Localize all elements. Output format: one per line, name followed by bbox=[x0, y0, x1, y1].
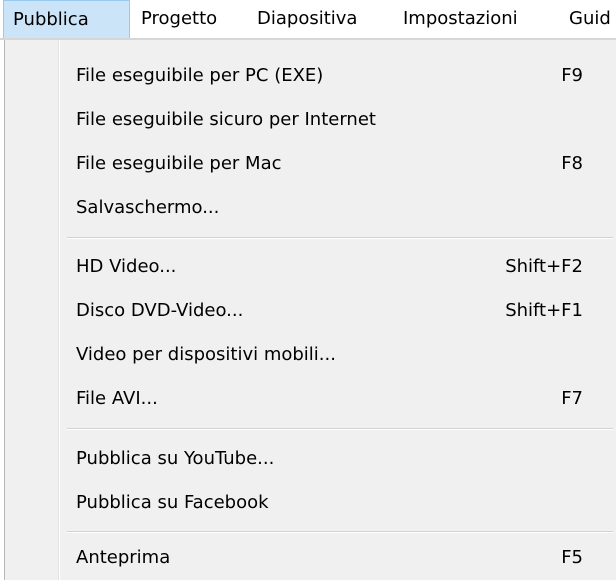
menu-item-dvd-video[interactable]: Disco DVD-Video... Shift+F1 bbox=[5, 289, 613, 333]
menu-item-shortcut: F9 bbox=[561, 65, 583, 86]
menubar-label: Guid bbox=[569, 8, 611, 29]
menubar-item-impostazioni[interactable]: Impostazioni bbox=[394, 0, 527, 38]
menu-item-shortcut: Shift+F1 bbox=[505, 300, 583, 321]
menu-item-shortcut: F8 bbox=[561, 153, 583, 174]
menu-item-shortcut: F5 bbox=[561, 547, 583, 568]
menu-bar: Pubblica Progetto Diapositiva Impostazio… bbox=[0, 0, 616, 40]
menu-item-shortcut: F7 bbox=[561, 388, 583, 409]
menu-item-hd-video[interactable]: HD Video... Shift+F2 bbox=[5, 245, 613, 289]
menu-item-exe-pc[interactable]: File eseguibile per PC (EXE) F9 bbox=[5, 54, 613, 98]
menu-item-exe-internet[interactable]: File eseguibile sicuro per Internet bbox=[5, 98, 613, 142]
menu-item-label: Anteprima bbox=[76, 547, 171, 568]
menubar-item-guida[interactable]: Guid bbox=[560, 0, 616, 38]
menu-item-facebook[interactable]: Pubblica su Facebook bbox=[5, 481, 613, 525]
menu-item-label: File eseguibile sicuro per Internet bbox=[76, 109, 376, 130]
menu-item-exe-mac[interactable]: File eseguibile per Mac F8 bbox=[5, 142, 613, 186]
pubblica-dropdown-menu: File eseguibile per PC (EXE) F9 File ese… bbox=[4, 40, 616, 580]
menubar-label: Pubblica bbox=[13, 9, 89, 30]
menu-item-preview[interactable]: Anteprima F5 bbox=[5, 536, 613, 580]
menu-item-label: Salvaschermo... bbox=[76, 197, 220, 218]
menu-item-label: Pubblica su YouTube... bbox=[76, 448, 275, 469]
menu-item-label: Video per dispositivi mobili... bbox=[76, 344, 336, 365]
menubar-item-pubblica[interactable]: Pubblica bbox=[3, 0, 130, 38]
menu-separator bbox=[67, 237, 613, 239]
menu-item-label: File eseguibile per Mac bbox=[76, 153, 282, 174]
menubar-label: Impostazioni bbox=[403, 8, 518, 29]
menu-separator bbox=[67, 531, 613, 533]
menu-item-label: HD Video... bbox=[76, 256, 177, 277]
menubar-label: Diapositiva bbox=[257, 8, 358, 29]
menu-item-avi-file[interactable]: File AVI... F7 bbox=[5, 377, 613, 421]
menu-item-mobile-video[interactable]: Video per dispositivi mobili... bbox=[5, 333, 613, 377]
menu-item-label: File AVI... bbox=[76, 388, 158, 409]
menu-item-youtube[interactable]: Pubblica su YouTube... bbox=[5, 437, 613, 481]
menu-item-shortcut: Shift+F2 bbox=[505, 256, 583, 277]
menubar-item-diapositiva[interactable]: Diapositiva bbox=[248, 0, 366, 38]
menu-separator bbox=[67, 428, 613, 430]
menubar-item-progetto[interactable]: Progetto bbox=[132, 0, 226, 38]
menu-item-screensaver[interactable]: Salvaschermo... bbox=[5, 186, 613, 230]
menubar-label: Progetto bbox=[141, 8, 218, 29]
menu-item-label: Pubblica su Facebook bbox=[76, 492, 269, 513]
menu-item-label: Disco DVD-Video... bbox=[76, 300, 244, 321]
menu-item-label: File eseguibile per PC (EXE) bbox=[76, 65, 324, 86]
